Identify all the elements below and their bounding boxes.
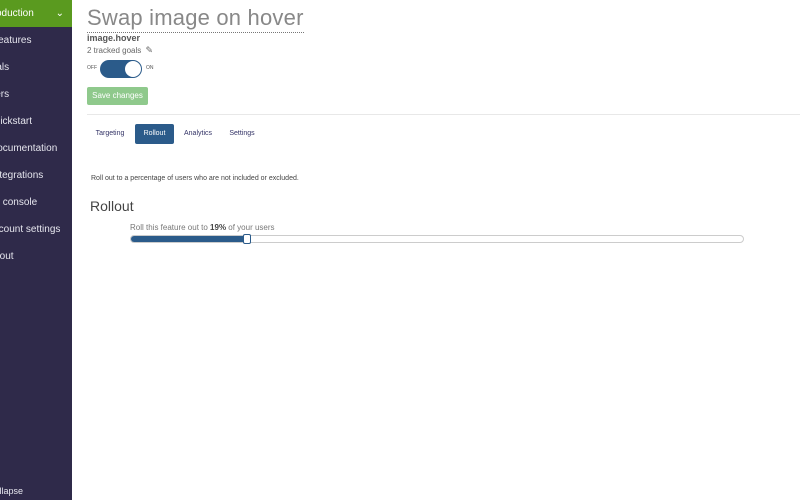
- feature-key: image.hover: [87, 33, 141, 43]
- sidebar: Production ⌄ Features Goals Users Quicks…: [0, 0, 72, 500]
- sidebar-item-label: Documentation: [0, 143, 58, 154]
- environment-selector[interactable]: Production ⌄: [0, 0, 72, 27]
- sidebar-item-debugger-console[interactable]: Debugger console: [0, 189, 72, 216]
- sidebar-item-logout[interactable]: Logout: [0, 243, 72, 270]
- rollout-label-suffix: of your users: [226, 223, 275, 232]
- sidebar-item-features[interactable]: Features: [0, 27, 72, 54]
- tab-analytics[interactable]: Analytics: [178, 124, 218, 144]
- pencil-icon[interactable]: ✎: [146, 45, 154, 55]
- feature-title[interactable]: Swap image on hover: [87, 5, 304, 33]
- tab-rollout[interactable]: Rollout: [135, 124, 174, 144]
- sidebar-item-label: Features: [0, 35, 32, 46]
- collapse-label: Collapse: [0, 486, 24, 496]
- sidebar-item-documentation[interactable]: Documentation: [0, 135, 72, 162]
- sidebar-item-goals[interactable]: Goals: [0, 54, 72, 81]
- sidebar-collapse[interactable]: Collapse: [0, 486, 72, 500]
- divider: [87, 114, 800, 115]
- save-button[interactable]: Save changes: [87, 87, 148, 105]
- sidebar-item-users[interactable]: Users: [0, 81, 72, 108]
- chevron-down-icon: ⌄: [55, 8, 64, 19]
- tracked-goals: 2 tracked goals ✎: [87, 45, 153, 56]
- sidebar-item-label: Account settings: [0, 224, 61, 235]
- sidebar-nav: Features Goals Users Quickstart Document…: [0, 27, 72, 270]
- sidebar-item-integrations[interactable]: Integrations: [0, 162, 72, 189]
- rollout-description: Roll out to a percentage of users who ar…: [91, 175, 299, 182]
- sidebar-item-label: Integrations: [0, 170, 44, 181]
- sidebar-item-label: Users: [0, 89, 10, 100]
- sidebar-item-label: Debugger console: [0, 197, 38, 208]
- rollout-percentage: 19%: [210, 223, 227, 232]
- sidebar-item-label: Quickstart: [0, 116, 33, 127]
- sidebar-item-label: Logout: [0, 251, 14, 262]
- rollout-slider-fill: [131, 236, 247, 242]
- tab-settings[interactable]: Settings: [222, 124, 262, 144]
- toggle-knob: [125, 61, 141, 77]
- toggle-off-label: OFF: [87, 65, 97, 71]
- sidebar-item-account-settings[interactable]: Account settings: [0, 216, 72, 243]
- rollout-slider[interactable]: [130, 234, 744, 244]
- tracked-goals-text: 2 tracked goals: [87, 46, 142, 55]
- tab-targeting[interactable]: Targeting: [87, 124, 133, 144]
- sidebar-item-label: Goals: [0, 62, 10, 73]
- toggle-on-label: ON: [146, 65, 154, 71]
- environment-label: Production: [0, 8, 34, 19]
- rollout-slider-handle[interactable]: [243, 234, 251, 244]
- rollout-heading: Rollout: [90, 198, 134, 214]
- rollout-label-prefix: Roll this feature out to: [130, 223, 211, 232]
- main-content: Swap image on hover image.hover 2 tracke…: [72, 0, 800, 500]
- sidebar-item-quickstart[interactable]: Quickstart: [0, 108, 72, 135]
- rollout-label: Roll this feature out to 19% of your use…: [130, 223, 275, 232]
- feature-toggle[interactable]: [100, 60, 142, 78]
